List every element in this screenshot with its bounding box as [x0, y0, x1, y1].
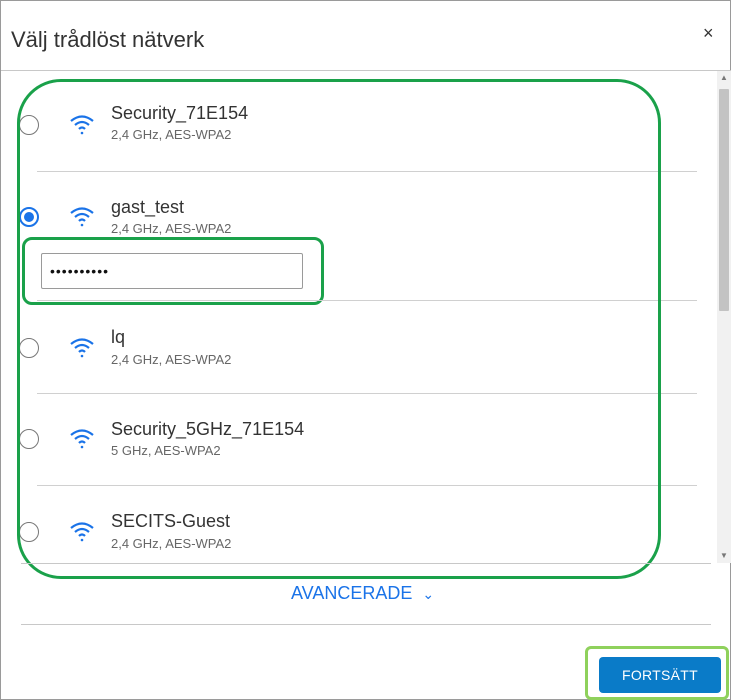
list-divider: [21, 563, 711, 564]
close-icon[interactable]: ×: [703, 23, 714, 43]
footer-divider: [21, 624, 711, 625]
wifi-dialog: Välj trådlöst nätverk × Security_71E154 …: [0, 0, 731, 700]
scrollbar[interactable]: ▲ ▼: [717, 71, 731, 563]
dialog-title: Välj trådlöst nätverk: [11, 27, 205, 52]
advanced-label: AVANCERADE: [291, 583, 413, 603]
scroll-thumb[interactable]: [719, 89, 729, 311]
scroll-down-icon[interactable]: ▼: [717, 549, 731, 563]
scroll-up-icon[interactable]: ▲: [717, 71, 731, 85]
chevron-down-icon: ⌄: [422, 586, 435, 602]
continue-button[interactable]: FORTSÄTT: [599, 657, 721, 693]
advanced-toggle[interactable]: AVANCERADE ⌄: [291, 583, 434, 604]
list-highlight: [17, 79, 661, 579]
